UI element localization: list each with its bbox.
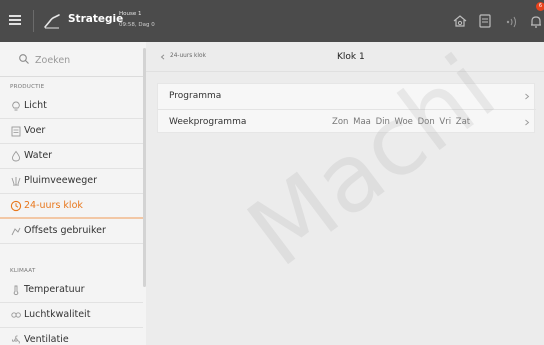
search-input[interactable] xyxy=(35,52,135,68)
sidebar-item-24-uurs-klok[interactable]: 24-uurs klok xyxy=(0,194,143,219)
chevron-right-icon xyxy=(525,119,530,126)
page-heading: Klok 1 xyxy=(337,52,365,62)
day-label: Zon xyxy=(332,117,349,127)
sidebar-item-luchtkwaliteit[interactable]: Luchtkwaliteit xyxy=(0,303,143,328)
sidebar-item-label: Water xyxy=(24,150,53,161)
day-label: Woe xyxy=(394,117,413,127)
signal-icon[interactable] xyxy=(504,13,520,29)
day-label: Maa xyxy=(353,117,371,127)
page-title: Strategie xyxy=(68,13,124,25)
row-programma[interactable]: Programma xyxy=(158,84,536,109)
section-heading-klimaat: KLIMAAT xyxy=(10,268,36,274)
divider xyxy=(33,10,34,32)
sidebar-item-temperatuur[interactable]: Temperatuur xyxy=(0,278,143,303)
sidebar-item-label: Voer xyxy=(24,125,46,136)
day-label: Vri xyxy=(439,117,452,127)
sidebar-item-water[interactable]: Water xyxy=(0,144,143,169)
main-content: 24-uurs klok Klok 1 Programma Weekprogra… xyxy=(146,42,544,345)
sidebar-item-label: Offsets gebruiker xyxy=(24,225,106,236)
chevron-left-icon[interactable] xyxy=(160,54,166,60)
sidebar-item-label: Pluimveeweger xyxy=(24,175,97,186)
house-icon[interactable] xyxy=(452,13,468,29)
sidebar-item-pluimveeweger[interactable]: Pluimveeweger xyxy=(0,169,143,194)
clock-icon xyxy=(10,200,22,212)
sidebar-item-licht[interactable]: Licht xyxy=(0,94,143,119)
sidebar-item-voer[interactable]: Voer xyxy=(0,119,143,144)
fan-icon xyxy=(11,335,20,344)
breadcrumb-link[interactable]: 24-uurs klok xyxy=(170,53,206,59)
offset-icon xyxy=(11,227,21,236)
sidebar: PRODUCTIE Licht Voer Water Pluimveeweger… xyxy=(0,42,146,345)
lightbulb-icon xyxy=(12,101,20,111)
hamburger-menu-icon[interactable] xyxy=(9,13,23,27)
scale-icon xyxy=(11,177,21,186)
document-icon[interactable] xyxy=(477,13,493,29)
section-heading-productie: PRODUCTIE xyxy=(10,84,45,90)
row-label: Weekprogramma xyxy=(169,117,247,127)
sidebar-item-label: Licht xyxy=(24,100,47,111)
feed-icon xyxy=(11,126,21,137)
sidebar-item-offsets-gebruiker[interactable]: Offsets gebruiker xyxy=(0,219,143,244)
day-label: Don xyxy=(417,117,435,127)
weekdays-list: Zon Maa Din Woe Don Vri Zat xyxy=(332,117,475,127)
strategy-curve-icon xyxy=(44,14,60,29)
notification-badge: 6 xyxy=(536,2,544,11)
search-icon xyxy=(19,54,29,64)
sidebar-item-label: 24-uurs klok xyxy=(24,200,83,211)
co2-icon xyxy=(11,312,21,318)
row-weekprogramma[interactable]: Weekprogramma Zon Maa Din Woe Don Vri Zat xyxy=(158,109,536,134)
breadcrumb: 24-uurs klok Klok 1 xyxy=(146,42,544,72)
thermometer-icon xyxy=(13,285,19,296)
sidebar-item-ventilatie[interactable]: Ventilatie xyxy=(0,328,143,345)
house-time: 09:58, Dag 0 xyxy=(119,22,155,28)
settings-panel: Programma Weekprogramma Zon Maa Din Woe Don V… xyxy=(157,83,536,134)
sidebar-item-label: Ventilatie xyxy=(24,334,69,345)
chevron-right-icon xyxy=(525,93,530,100)
house-name: House 1 xyxy=(119,11,142,17)
top-bar: Strategie House 1 09:58, Dag 0 6 xyxy=(0,0,544,42)
drop-icon xyxy=(12,150,20,162)
bell-icon[interactable] xyxy=(528,13,544,29)
row-label: Programma xyxy=(169,91,222,101)
search-bar xyxy=(0,42,146,77)
day-label: Din xyxy=(375,117,390,127)
sidebar-item-label: Luchtkwaliteit xyxy=(24,309,91,320)
sidebar-item-label: Temperatuur xyxy=(24,284,85,295)
day-label: Zat xyxy=(455,117,471,127)
